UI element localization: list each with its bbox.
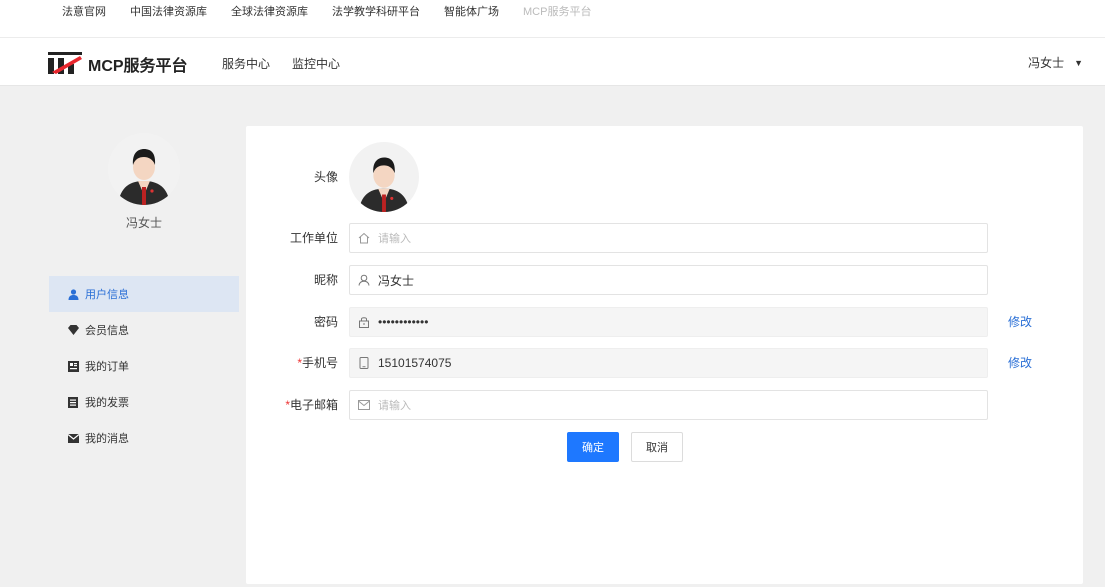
top-link-global-law[interactable]: 全球法律资源库 — [231, 3, 308, 19]
sidebar-item-label: 我的订单 — [85, 361, 129, 373]
lock-icon — [358, 316, 370, 328]
work-unit-input[interactable] — [378, 231, 958, 245]
password-field — [349, 307, 988, 337]
nav-monitor-center[interactable]: 监控中心 — [292, 55, 340, 72]
password-label: 密码 — [313, 315, 338, 329]
brand-logo-icon[interactable] — [48, 52, 82, 74]
nav-service-center[interactable]: 服务中心 — [222, 55, 270, 72]
sidebar-item-label: 我的消息 — [85, 433, 129, 445]
sidebar-item-label: 我的发票 — [85, 397, 129, 409]
sidebar-item-orders[interactable]: 我的订单 — [49, 348, 239, 384]
top-link-fayi[interactable]: 法意官网 — [62, 3, 106, 19]
phone-label-text: 手机号 — [301, 356, 338, 370]
user-avatar-icon — [118, 149, 170, 205]
cancel-button[interactable]: 取消 — [631, 432, 683, 462]
sidebar-item-label: 用户信息 — [85, 289, 129, 301]
password-input — [378, 315, 958, 329]
password-modify-link[interactable]: 修改 — [1008, 307, 1032, 337]
sidebar-item-messages[interactable]: 我的消息 — [49, 420, 239, 456]
top-link-mcp[interactable]: MCP服务平台 — [523, 3, 591, 19]
phone-modify-link[interactable]: 修改 — [1008, 348, 1032, 378]
mobile-icon — [358, 357, 370, 369]
email-field[interactable] — [349, 390, 988, 420]
sidebar-item-user-info[interactable]: 用户信息 — [49, 276, 239, 312]
user-icon — [67, 288, 79, 300]
sidebar-item-invoices[interactable]: 我的发票 — [49, 384, 239, 420]
confirm-button[interactable]: 确定 — [567, 432, 619, 462]
home-icon — [358, 232, 370, 244]
nickname-row: 昵称 — [246, 265, 1083, 295]
mail-icon — [67, 432, 79, 444]
avatar-label: 头像 — [313, 170, 338, 184]
top-link-china-law[interactable]: 中国法律资源库 — [130, 3, 207, 19]
brand-title: MCP服务平台 — [88, 58, 188, 75]
avatar-row: 头像 — [246, 142, 1083, 212]
user-menu[interactable]: 冯女士 ▼ — [1028, 54, 1083, 71]
nickname-field[interactable] — [349, 265, 988, 295]
invoice-icon — [67, 396, 79, 408]
top-links: 法意官网 中国法律资源库 全球法律资源库 法学教学科研平台 智能体广场 MCP服… — [62, 0, 615, 22]
sidebar-item-label: 会员信息 — [85, 325, 129, 337]
order-icon — [67, 360, 79, 372]
phone-label: *手机号 — [297, 348, 338, 378]
email-input[interactable] — [378, 398, 958, 412]
caret-down-icon: ▼ — [1074, 57, 1083, 68]
user-avatar-icon — [358, 157, 410, 212]
app-header: MCP服务平台 服务中心 监控中心 冯女士 ▼ — [0, 38, 1105, 86]
top-link-bar: 法意官网 中国法律资源库 全球法律资源库 法学教学科研平台 智能体广场 MCP服… — [0, 0, 1105, 38]
user-outline-icon — [358, 274, 370, 286]
work-unit-field[interactable] — [349, 223, 988, 253]
sidebar-user-name: 冯女士 — [125, 216, 162, 230]
work-unit-label: 工作单位 — [289, 231, 338, 245]
email-row: *电子邮箱 — [246, 390, 1083, 420]
work-unit-row: 工作单位 — [246, 223, 1083, 253]
diamond-icon — [67, 324, 79, 336]
phone-input — [378, 356, 958, 370]
email-label: *电子邮箱 — [285, 390, 338, 420]
sidebar-menu: 用户信息 会员信息 我的订单 我的发票 我的消息 — [49, 276, 239, 456]
form-actions: 确定 取消 — [567, 432, 683, 462]
sidebar-item-member-info[interactable]: 会员信息 — [49, 312, 239, 348]
nickname-input[interactable] — [378, 273, 958, 287]
sidebar-avatar — [108, 133, 180, 205]
password-row: 密码 修改 — [246, 307, 1083, 337]
top-link-teaching[interactable]: 法学教学科研平台 — [332, 3, 420, 19]
top-link-agent-square[interactable]: 智能体广场 — [444, 3, 499, 19]
main-nav: 服务中心 监控中心 — [222, 55, 362, 72]
phone-row: *手机号 修改 — [246, 348, 1083, 378]
user-menu-name: 冯女士 — [1028, 56, 1065, 70]
form-avatar[interactable] — [349, 142, 419, 212]
phone-field — [349, 348, 988, 378]
nickname-label: 昵称 — [313, 273, 338, 287]
sidebar: 冯女士 用户信息 会员信息 我的订单 我的发票 我的消息 — [49, 126, 239, 586]
mail-outline-icon — [358, 399, 370, 411]
user-info-panel: 头像 工作单位 昵称 — [246, 126, 1083, 584]
email-label-text: 电子邮箱 — [289, 398, 338, 412]
